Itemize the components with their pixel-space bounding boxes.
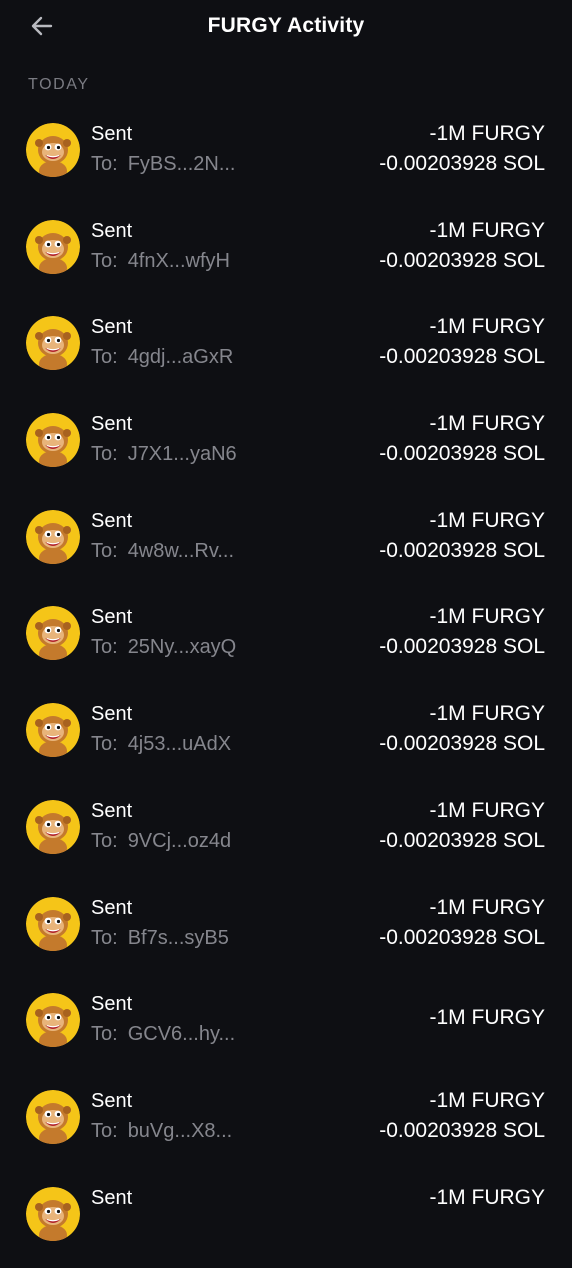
amount-sol: -0.00203928 SOL [379,635,545,659]
amount-token: -1M FURGY [429,1088,546,1112]
amount-token: -1M FURGY [429,1006,546,1030]
to-label: To: [91,249,118,272]
amount-sol: -0.00203928 SOL [379,345,545,369]
top-bar: FURGY Activity [0,0,572,56]
to-address: 4fnX...wfyH [127,249,230,272]
to-label: To: [91,1119,118,1142]
activity-list: Sent To: FyBS...2N... -1M FURGY -0.002039… [0,108,572,1268]
to-label: To: [91,1023,118,1046]
amount-sol: -0.00203928 SOL [379,152,545,175]
row-type: Sent [91,509,133,532]
row-type: Sent [91,316,133,339]
page-title: FURGY Activity [207,14,365,37]
token-avatar-icon [26,993,80,1048]
activity-row[interactable]: Sent To: 9VCj...oz4d -1M FURGY -0.0020392… [0,785,572,882]
amount-token: -1M FURGY [429,508,546,532]
section-label-today: TODAY [28,76,90,93]
amount-token: -1M FURGY [429,122,546,145]
amount-token: -1M FURGY [429,895,546,919]
activity-row[interactable]: Sent To: 4j53...uAdX -1M FURGY -0.0020392… [0,688,572,785]
amount-token: -1M FURGY [429,315,546,339]
activity-row[interactable]: Sent To: buVg...X8... -1M FURGY -0.002039… [0,1075,572,1172]
amount-token: -1M FURGY [429,1185,546,1209]
to-address: Bf7s...syB5 [127,926,229,949]
to-label: To: [91,829,118,852]
row-type: Sent [91,1089,133,1112]
row-type: Sent [91,606,133,629]
activity-row[interactable]: Sent To: 4fnX...wfyH -1M FURGY -0.0020392… [0,205,572,302]
token-avatar-icon [26,219,80,274]
to-address: buVg...X8... [127,1119,233,1142]
token-avatar-icon [26,123,80,177]
token-avatar-icon [26,1089,80,1144]
activity-row[interactable]: Sent To: 4gdj...aGxR -1M FURGY -0.0020392… [0,301,572,398]
row-recipient: To: 25Ny...xayQ [91,636,236,659]
row-recipient: To: 4w8w...Rv... [91,540,234,563]
row-recipient: To: 4j53...uAdX [91,733,231,756]
row-recipient: To: buVg...X8... [91,1120,232,1143]
amount-token: -1M FURGY [429,798,546,822]
amount-sol: -0.00203928 SOL [379,538,545,562]
row-type: Sent [91,1186,133,1209]
amount-sol: -0.00203928 SOL [379,442,545,466]
amount-sol: -0.00203928 SOL [379,828,545,852]
row-type: Sent [91,799,133,822]
to-address: 9VCj...oz4d [127,829,232,852]
amount-sol: -0.00203928 SOL [379,1118,545,1142]
row-recipient: To: 9VCj...oz4d [91,830,231,853]
to-label: To: [91,926,118,949]
amount-token: -1M FURGY [429,218,546,242]
amount-sol: -0.00203928 SOL [379,248,545,272]
to-address: 4j53...uAdX [127,733,232,756]
to-label: To: [91,443,118,466]
to-address: J7X1...yaN6 [127,443,237,466]
row-type: Sent [91,219,133,242]
amount-sol: -0.00203928 SOL [379,732,545,756]
activity-row[interactable]: Sent To: J7X1...yaN6 -1M FURGY -0.0020392… [0,398,572,495]
row-recipient: To: Bf7s...syB5 [91,927,229,950]
row-type: Sent [91,993,133,1016]
token-avatar-icon [26,316,80,371]
row-recipient: To: GCV6...hy... [91,1023,235,1046]
token-avatar-icon [26,703,80,758]
to-label: To: [91,153,118,175]
token-avatar-icon [26,606,80,661]
to-label: To: [91,733,118,756]
row-type: Sent [91,413,133,436]
token-avatar-icon [26,509,80,564]
amount-sol: -0.00203928 SOL [379,925,545,949]
to-label: To: [91,539,118,562]
to-label: To: [91,636,118,659]
amount-token: -1M FURGY [429,412,546,436]
to-label: To: [91,346,118,369]
to-address: 4gdj...aGxR [127,346,234,369]
row-recipient [91,1217,101,1240]
activity-row[interactable]: Sent To: 25Ny...xayQ -1M FURGY -0.0020392… [0,591,572,688]
row-recipient: To: 4gdj...aGxR [91,346,233,369]
token-avatar-icon [26,799,80,854]
activity-row[interactable]: Sent -1M FURGY [0,1172,572,1268]
to-address: 4w8w...Rv... [127,539,235,562]
row-type: Sent [91,896,133,919]
activity-row[interactable]: Sent To: 4w8w...Rv... -1M FURGY -0.002039… [0,495,572,592]
activity-row[interactable]: Sent To: Bf7s...syB5 -1M FURGY -0.0020392… [0,882,572,979]
amount-token: -1M FURGY [429,605,546,629]
activity-row[interactable]: Sent To: GCV6...hy... -1M FURGY [0,978,572,1075]
row-recipient: To: FyBS...2N... [91,153,236,176]
token-avatar-icon [26,896,80,951]
token-avatar-icon [26,1186,80,1241]
to-address: 25Ny...xayQ [127,636,237,659]
to-address: FyBS...2N... [127,153,236,175]
to-address: GCV6...hy... [127,1023,236,1046]
token-avatar-icon [26,413,80,468]
row-type: Sent [91,123,133,145]
activity-row[interactable]: Sent To: FyBS...2N... -1M FURGY -0.002039… [0,108,572,205]
row-recipient: To: J7X1...yaN6 [91,443,237,466]
amount-token: -1M FURGY [429,702,546,726]
row-type: Sent [91,703,133,726]
row-recipient: To: 4fnX...wfyH [91,250,230,273]
